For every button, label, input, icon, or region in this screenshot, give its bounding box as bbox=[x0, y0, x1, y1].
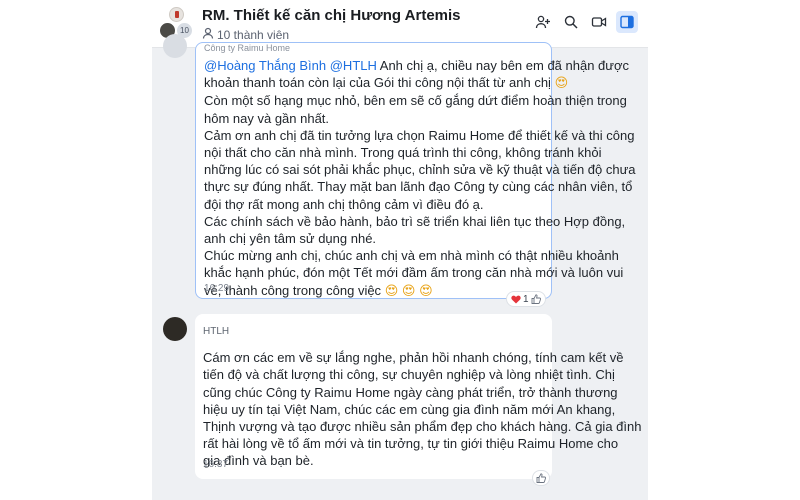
message-line: Thịnh vượng và tạo được nhiều sản phẩm đ… bbox=[203, 419, 642, 435]
message-line: Chúc mừng anh chị, chúc anh chị và em nh… bbox=[204, 248, 619, 264]
message-line: tiến độ và chất lượng thi công, sự chuyê… bbox=[203, 367, 615, 383]
message-line: nội thất cho căn nhà mình. Trong quá trì… bbox=[204, 145, 602, 161]
message-line: cũng chúc Công ty Raimu Home ngày càng p… bbox=[203, 384, 618, 400]
message-line: thực sự đúng nhất. Thay mặt ban lãnh đạo… bbox=[204, 179, 633, 195]
message-line: khoản thanh toán còn lại của Gói thi côn… bbox=[204, 75, 569, 92]
heart-eyes-emoji: 😍 bbox=[384, 283, 399, 299]
sidebar-toggle-icon[interactable] bbox=[616, 11, 638, 33]
header-actions bbox=[532, 11, 638, 33]
message-line: hôm nay và gần nhất. bbox=[204, 110, 330, 126]
heart-icon bbox=[511, 295, 521, 303]
thumbs-up-icon bbox=[531, 294, 541, 304]
thumbs-up-icon bbox=[536, 473, 546, 483]
message-time: 16:37 bbox=[203, 459, 229, 470]
message-line: Các chính sách về bảo hành, bảo trì sẽ t… bbox=[204, 213, 626, 229]
message-line: rất hài lòng về tổ ấm mới và tin tưởng, … bbox=[203, 436, 619, 452]
message-bubble[interactable]: HTLH Cám ơn các em về sự lắng nghe, phản… bbox=[195, 314, 642, 479]
heart-eyes-emoji: 😍 bbox=[554, 76, 569, 92]
message-time: 16:29 bbox=[204, 283, 230, 294]
sender-avatar[interactable] bbox=[163, 317, 187, 341]
group-title[interactable]: RM. Thiết kế căn chị Hương Artemis bbox=[202, 7, 461, 24]
member-avatar bbox=[169, 7, 184, 22]
reaction-count: 1 bbox=[523, 293, 529, 305]
reaction-badge[interactable]: 1 bbox=[506, 291, 546, 307]
chat-panel: 10 RM. Thiết kế căn chị Hương Artemis 10… bbox=[152, 0, 648, 500]
video-call-icon[interactable] bbox=[588, 11, 610, 33]
message-line: Còn một số hạng mục nhỏ, bên em sẽ cố gắ… bbox=[204, 93, 627, 109]
message-line: hiệu uy tín tại Việt Nam, chúc các em cù… bbox=[203, 401, 616, 417]
sender-name[interactable]: HTLH bbox=[203, 323, 544, 340]
message-line: đội thợ rất mong anh chị thông cảm vì đi… bbox=[204, 196, 484, 212]
message-line: khắc hạnh phúc, đón một Tết mới đầm ấm t… bbox=[204, 265, 624, 281]
message-line: gia đình và bạn bè. bbox=[203, 453, 314, 469]
message-bubble[interactable]: Công ty Raimu Home @Hoàng Thắng Bình @HT… bbox=[195, 42, 636, 299]
search-icon[interactable] bbox=[560, 11, 582, 33]
heart-eyes-emoji: 😍 bbox=[419, 283, 433, 299]
sender-avatar bbox=[163, 34, 187, 58]
message-line: Cảm ơn anh chị đã tin tưởng lựa chọn Rai… bbox=[204, 127, 635, 143]
mention-link[interactable]: @Hoàng Thắng Bình bbox=[204, 58, 326, 73]
message-line: vẻ, thành công trong công việc 😍 😍 😍 bbox=[204, 282, 433, 299]
add-member-icon[interactable] bbox=[532, 11, 554, 33]
heart-eyes-emoji: 😍 bbox=[401, 283, 416, 299]
message-line: Cám ơn các em về sự lắng nghe, phản hồi … bbox=[203, 350, 624, 366]
message-line: những lúc có sai sót phải khắc phục, chỉ… bbox=[204, 162, 636, 178]
mention-link[interactable]: @HTLH bbox=[330, 58, 377, 73]
like-button[interactable] bbox=[532, 470, 550, 486]
message-line: @Hoàng Thắng Bình @HTLH Anh chị ạ, chiều… bbox=[204, 58, 630, 73]
reply-preview: Công ty Raimu Home bbox=[204, 43, 291, 53]
message-line: anh chị yên tâm sử dụng nhé. bbox=[204, 231, 377, 247]
